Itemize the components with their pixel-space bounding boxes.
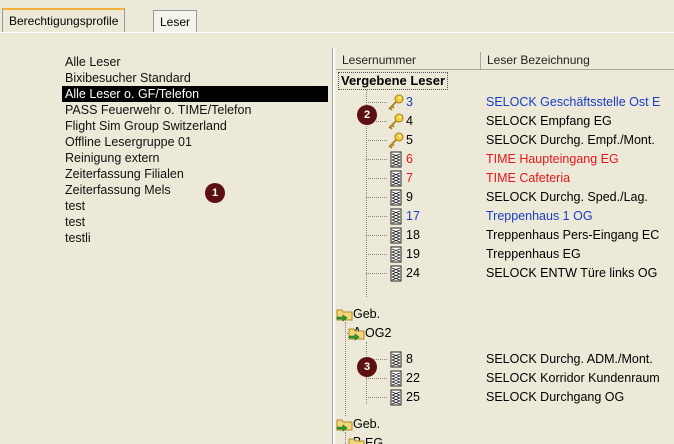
- tree-branch: [366, 159, 387, 160]
- panel-splitter[interactable]: [332, 48, 335, 444]
- reader-description: SELOCK Durchg. ADM./Mont.: [486, 352, 653, 366]
- reader-description: SELOCK Durchg. Sped./Lag.: [486, 190, 648, 204]
- reader-row[interactable]: 24 SELOCK ENTW Türe links OG: [336, 264, 674, 283]
- tree-branch: [366, 102, 387, 103]
- tree-line: [345, 432, 346, 444]
- tab-berechtigungsprofile[interactable]: Berechtigungsprofile: [2, 8, 126, 33]
- reader-row[interactable]: 17 Treppenhaus 1 OG: [336, 207, 674, 226]
- tree-branch: [366, 197, 387, 198]
- reader-description: Treppenhaus EG: [486, 247, 581, 261]
- profile-item[interactable]: Zeiterfassung Mels: [65, 182, 171, 198]
- reader-number: 9: [406, 190, 413, 204]
- reader-number: 3: [406, 95, 413, 109]
- folder-icon: [348, 328, 365, 341]
- reader-icon: [390, 208, 402, 225]
- reader-description: TIME Haupteingang EG: [486, 152, 619, 166]
- tree-branch: [366, 273, 387, 274]
- reader-icon: [390, 351, 402, 368]
- folder-label: EG: [365, 436, 384, 444]
- tab-leser[interactable]: Leser: [153, 10, 198, 32]
- reader-description: SELOCK Korridor Kundenraum: [486, 371, 660, 385]
- profile-item[interactable]: Flight Sim Group Switzerland: [65, 118, 227, 134]
- reader-row[interactable]: 25 SELOCK Durchgang OG: [336, 388, 674, 407]
- tab-divider: [0, 32, 674, 33]
- tree-branch: [366, 397, 387, 398]
- reader-description: Treppenhaus Pers-Eingang EC: [486, 228, 660, 242]
- reader-number: 4: [406, 114, 413, 128]
- marker-badge-2: 2: [357, 105, 377, 125]
- tree-branch: [366, 378, 387, 379]
- column-header-leser-bezeichnung[interactable]: Leser Bezeichnung: [480, 52, 674, 69]
- reader-row[interactable]: 6 TIME Haupteingang EG: [336, 150, 674, 169]
- group-title-vergebene-leser[interactable]: Vergebene Leser: [338, 72, 449, 90]
- reader-row[interactable]: 3 SELOCK Geschäftsstelle Ost E: [336, 93, 674, 112]
- tree-branch: [366, 140, 387, 141]
- marker-badge-1: 1: [205, 183, 225, 203]
- profile-item[interactable]: PASS Feuerwehr o. TIME/Telefon: [65, 102, 251, 118]
- reader-row[interactable]: 8 SELOCK Durchg. ADM./Mont.: [336, 350, 674, 369]
- key-icon: [388, 132, 404, 149]
- profile-item[interactable]: testli: [65, 230, 91, 246]
- reader-icon: [390, 170, 402, 187]
- tree-branch: [366, 216, 387, 217]
- tree-branch: [366, 254, 387, 255]
- reader-number: 8: [406, 352, 413, 366]
- reader-description: SELOCK Durchgang OG: [486, 390, 625, 404]
- profile-item[interactable]: Zeiterfassung Filialen: [65, 166, 184, 182]
- reader-icon: [390, 189, 402, 206]
- reader-number: 7: [406, 171, 413, 185]
- reader-row[interactable]: 4 SELOCK Empfang EG: [336, 112, 674, 131]
- reader-row[interactable]: 9 SELOCK Durchg. Sped./Lag.: [336, 188, 674, 207]
- reader-tree: Lesernummer Leser Bezeichnung Vergebene …: [336, 48, 674, 444]
- folder-label: OG2: [365, 326, 392, 340]
- reader-number: 25: [406, 390, 420, 404]
- marker-badge-3: 3: [357, 357, 377, 377]
- profile-list: Alle Leser Bixibesucher Standard Alle Le…: [0, 48, 332, 444]
- reader-number: 22: [406, 371, 420, 385]
- tab-bar: Berechtigungsprofile Leser: [0, 0, 674, 33]
- tree-branch: [366, 178, 387, 179]
- reader-number: 5: [406, 133, 413, 147]
- reader-row[interactable]: 19 Treppenhaus EG: [336, 245, 674, 264]
- reader-description: SELOCK Geschäftsstelle Ost E: [486, 95, 661, 109]
- header-divider: [336, 69, 674, 70]
- reader-icon: [390, 370, 402, 387]
- reader-icon: [390, 151, 402, 168]
- reader-description: SELOCK Durchg. Empf./Mont.: [486, 133, 655, 147]
- profile-item[interactable]: Offline Lesergruppe 01: [65, 134, 192, 150]
- reader-icon: [390, 265, 402, 282]
- reader-row[interactable]: 5 SELOCK Durchg. Empf./Mont.: [336, 131, 674, 150]
- reader-row[interactable]: 18 Treppenhaus Pers-Eingang EC: [336, 226, 674, 245]
- reader-number: 6: [406, 152, 413, 166]
- reader-description: Treppenhaus 1 OG: [486, 209, 593, 223]
- key-icon: [388, 94, 404, 111]
- reader-row[interactable]: 22 SELOCK Korridor Kundenraum: [336, 369, 674, 388]
- reader-number: 24: [406, 266, 420, 280]
- column-header-lesernummer[interactable]: Lesernummer: [336, 52, 480, 69]
- reader-icon: [390, 246, 402, 263]
- profile-item[interactable]: Bixibesucher Standard: [65, 70, 191, 86]
- profile-item[interactable]: Reinigung extern: [65, 150, 160, 166]
- profile-item[interactable]: test: [65, 214, 85, 230]
- profile-item[interactable]: Alle Leser: [65, 54, 121, 70]
- reader-row[interactable]: 7 TIME Cafeteria: [336, 169, 674, 188]
- reader-icon: [390, 389, 402, 406]
- folder-icon: [336, 419, 353, 432]
- reader-icon: [390, 227, 402, 244]
- reader-number: 17: [406, 209, 420, 223]
- reader-number: 19: [406, 247, 420, 261]
- folder-icon: [336, 309, 353, 322]
- tree-branch: [366, 235, 387, 236]
- reader-number: 18: [406, 228, 420, 242]
- key-icon: [388, 113, 404, 130]
- folder-icon: [348, 438, 365, 444]
- profile-item[interactable]: test: [65, 198, 85, 214]
- reader-description: TIME Cafeteria: [486, 171, 571, 185]
- reader-description: SELOCK ENTW Türe links OG: [486, 266, 658, 280]
- profile-item-selected[interactable]: Alle Leser o. GF/Telefon: [62, 86, 328, 102]
- reader-description: SELOCK Empfang EG: [486, 114, 612, 128]
